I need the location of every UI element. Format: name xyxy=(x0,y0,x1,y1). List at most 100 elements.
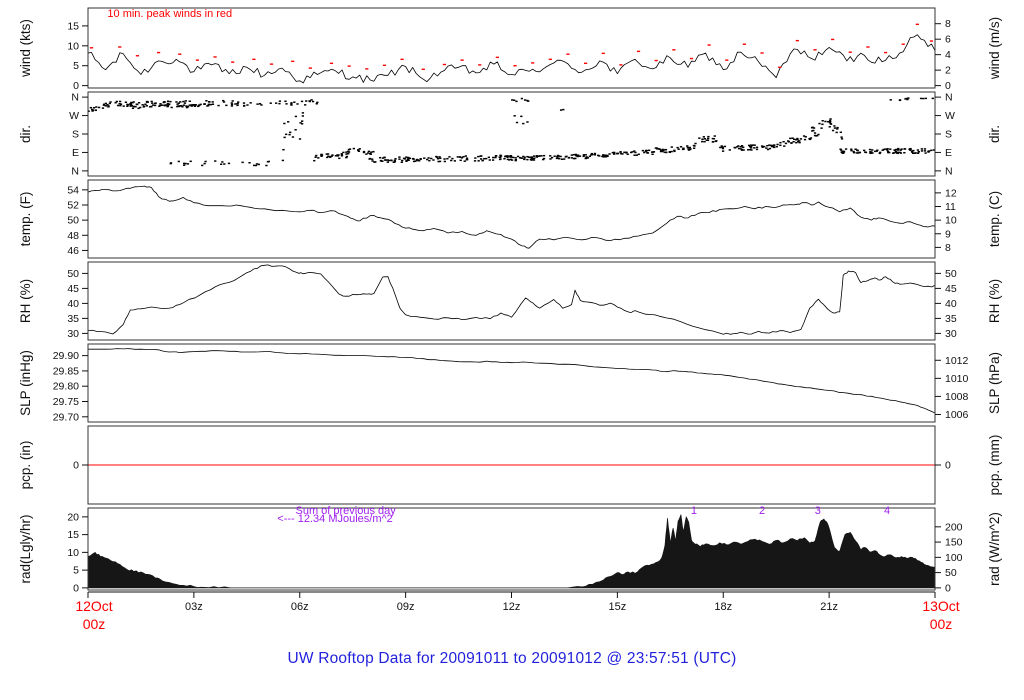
wind-dir-point xyxy=(889,148,892,150)
wind-dir-point xyxy=(739,148,743,150)
wind-dir-point xyxy=(453,160,457,162)
temp-left-tick-label: 54 xyxy=(67,184,79,196)
date-label: 12Oct xyxy=(75,598,112,614)
wind-dir-point xyxy=(852,151,856,154)
wind-dir-point xyxy=(523,99,527,101)
wind-dir-point xyxy=(236,102,239,105)
wind-dir-point xyxy=(503,157,506,160)
wind-dir-point xyxy=(211,103,215,105)
dir-right-tick-label: N xyxy=(945,165,953,177)
wind-dir-point xyxy=(874,150,877,153)
rad-annotation: 2 xyxy=(759,505,765,517)
wind-dir-point xyxy=(393,159,396,162)
wind-dir-point xyxy=(742,149,745,151)
wind-dir-point xyxy=(895,151,898,154)
wind-dir-point xyxy=(542,154,546,157)
peak-wind-mark xyxy=(308,67,312,69)
wind-dir-point xyxy=(176,105,179,108)
date-label: 00z xyxy=(930,616,953,632)
wind-dir-point xyxy=(304,104,307,106)
wind-dir-point xyxy=(126,103,129,106)
dir-left-tick-label: E xyxy=(72,147,79,159)
wind-dir-point xyxy=(294,115,298,118)
wind-dir-point xyxy=(881,149,884,151)
meteogram: 0 5 10 15 0 2 4 6 8 wind (kts) wind (m/s) 10 min. p… xyxy=(0,0,1024,700)
wind-dir-point xyxy=(411,157,415,160)
wind-dir-point xyxy=(107,106,110,108)
wind-dir-point xyxy=(206,105,209,107)
wind-dir-point xyxy=(550,156,554,159)
wind-dir-point xyxy=(379,156,382,159)
wind-dir-point xyxy=(234,103,237,105)
wind-dir-point xyxy=(427,157,430,159)
wind-dir-point xyxy=(930,149,933,152)
wind-dir-point xyxy=(748,148,752,151)
wind-dir-point xyxy=(246,104,249,106)
wind-dir-point xyxy=(92,107,96,109)
wind-dir-point xyxy=(896,148,900,150)
wind-dir-point xyxy=(772,144,776,147)
wind-dir-point xyxy=(406,158,410,160)
wind-dir-point xyxy=(208,101,211,103)
wind-dir-point xyxy=(537,155,540,158)
wind-dir-point xyxy=(178,105,181,108)
dir-right-tick-label: N xyxy=(945,92,953,104)
wind-dir-point xyxy=(829,123,833,125)
wind-dir-point xyxy=(122,105,125,107)
wind-dir-point xyxy=(151,102,154,104)
wind-dir-point xyxy=(582,155,585,158)
wind-left-tick-label: 15 xyxy=(67,20,79,32)
wind-dir-point xyxy=(698,137,701,139)
wind-dir-point xyxy=(606,154,609,157)
slp-left-tick-label: 29.85 xyxy=(53,365,79,377)
wind-dir-point xyxy=(340,155,344,157)
rh-ylabel-right: RH (%) xyxy=(987,279,1002,323)
slp-right-tick-label: 1010 xyxy=(945,373,969,385)
wind-dir-point xyxy=(840,138,844,140)
wind-dir-point xyxy=(719,146,722,149)
wind-dir-point xyxy=(310,99,313,101)
panel-pcp: 0 0 pcp. (in) pcp. (mm) xyxy=(18,425,1002,505)
wind-dir-point xyxy=(463,160,466,162)
wind-dir-point xyxy=(414,160,417,162)
wind-dir-point xyxy=(241,161,244,164)
wind-dir-point xyxy=(682,148,685,150)
wind-dir-point xyxy=(570,154,573,156)
wind-dir-point xyxy=(542,157,546,160)
peak-wind-mark xyxy=(231,61,235,63)
wind-dir-point xyxy=(734,147,737,149)
wind-dir-point xyxy=(514,158,518,161)
wind-dir-point xyxy=(559,109,563,111)
wind-dir-point xyxy=(480,155,483,157)
wind-dir-point xyxy=(737,147,741,150)
dir-left-tick-label: S xyxy=(72,129,79,141)
wind-dir-point xyxy=(222,101,226,103)
wind-dir-point xyxy=(836,126,839,129)
dir-ylabel-right: dir. xyxy=(987,125,1002,143)
wind-dir-point xyxy=(715,140,718,142)
wind-dir-point xyxy=(393,161,397,163)
wind-dir-point xyxy=(917,150,920,153)
wind-dir-point xyxy=(889,99,892,101)
wind-dir-point xyxy=(114,101,117,104)
wind-dir-point xyxy=(401,159,404,162)
wind-ylabel-right: wind (m/s) xyxy=(987,17,1002,80)
temp-left-tick-label: 50 xyxy=(67,215,79,227)
wind-dir-point xyxy=(316,101,319,104)
panel-slp: 29.70 29.75 29.80 29.85 29.90 1006 1008 1010 101… xyxy=(18,343,1002,423)
wind-dir-point xyxy=(703,137,707,140)
wind-dir-point xyxy=(283,136,286,139)
rad-left-tick-label: 0 xyxy=(73,582,79,594)
wind-dir-point xyxy=(572,153,576,156)
dir-ylabel-left: dir. xyxy=(18,125,33,143)
peak-wind-mark xyxy=(848,51,852,53)
peak-wind-mark xyxy=(291,60,295,63)
wind-dir-point xyxy=(686,145,689,147)
wind-dir-point xyxy=(362,150,366,153)
peak-wind-mark xyxy=(382,64,387,67)
panel-wind: 0 5 10 15 0 2 4 6 8 wind (kts) wind (m/s) 10 min. p… xyxy=(18,7,1002,92)
wind-dir-point xyxy=(477,160,480,162)
wind-dir-point xyxy=(189,160,192,163)
peak-wind-mark xyxy=(654,59,658,62)
wind-dir-point xyxy=(635,154,638,156)
